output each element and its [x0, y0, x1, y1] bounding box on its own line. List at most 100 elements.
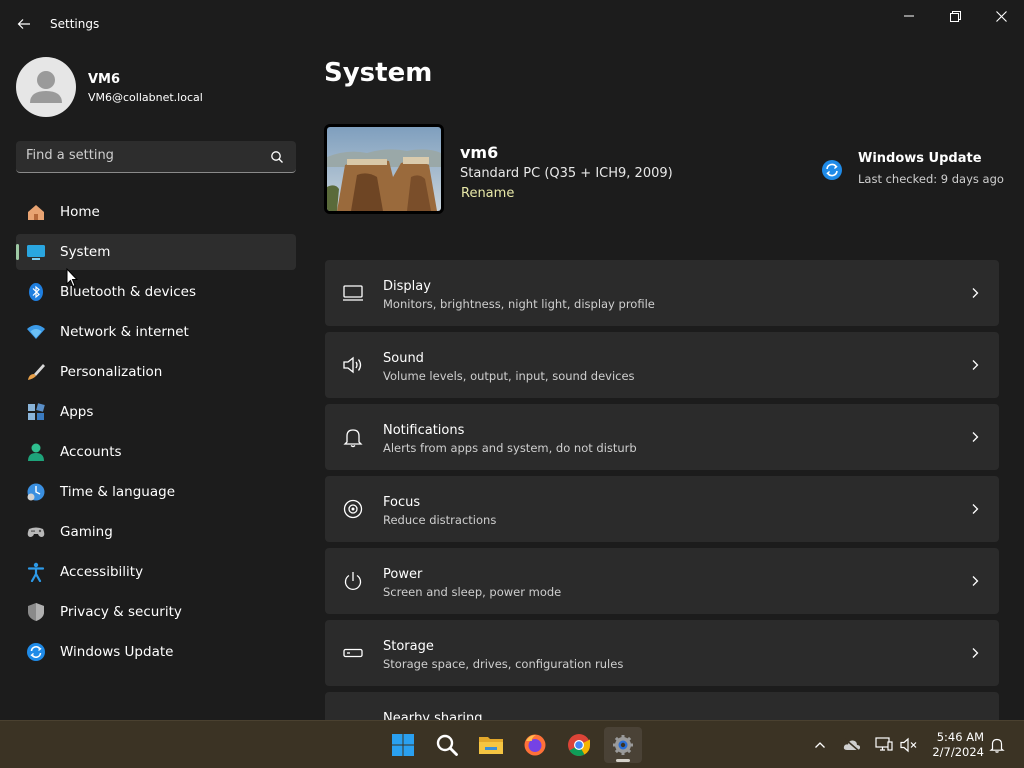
sidebar-item-windows-update[interactable]: Windows Update	[16, 634, 296, 670]
storage-icon	[343, 648, 363, 658]
sidebar-nav: Home System Bluetooth & devices Network …	[16, 194, 296, 674]
chevron-right-icon	[972, 360, 979, 370]
search-input[interactable]	[26, 148, 266, 163]
search-icon[interactable]	[270, 150, 284, 164]
sidebar-item-label: Network & internet	[60, 324, 189, 340]
device-model: Standard PC (Q35 + ICH9, 2009)	[460, 166, 673, 181]
search-icon	[436, 734, 458, 756]
sidebar-item-accessibility[interactable]: Accessibility	[16, 554, 296, 590]
sidebar-item-label: Apps	[60, 404, 94, 420]
gamepad-icon	[27, 527, 45, 537]
start-icon	[392, 734, 414, 756]
card-notifications[interactable]: Notifications Alerts from apps and syste…	[325, 404, 999, 470]
sidebar-item-personalization[interactable]: Personalization	[16, 354, 296, 390]
clock[interactable]: 5:46 AM 2/7/2024	[928, 730, 984, 760]
sidebar-item-label: Accounts	[60, 444, 122, 460]
sidebar-item-home[interactable]: Home	[16, 194, 296, 230]
network-tray-button[interactable]	[874, 735, 894, 755]
sidebar-item-label: Personalization	[60, 364, 163, 380]
windows-update-title[interactable]: Windows Update	[858, 151, 982, 166]
chevron-right-icon	[972, 504, 979, 514]
wifi-icon	[27, 325, 45, 339]
card-subtitle: Volume levels, output, input, sound devi…	[383, 369, 635, 383]
card-nearby-sharing[interactable]: Nearby sharing	[325, 692, 999, 720]
card-subtitle: Monitors, brightness, night light, displ…	[383, 297, 655, 311]
firefox-button[interactable]	[516, 727, 554, 763]
file-explorer-icon	[479, 737, 503, 754]
avatar[interactable]	[16, 57, 76, 117]
notifications-tray-button[interactable]	[987, 735, 1007, 755]
card-title: Nearby sharing	[383, 711, 483, 720]
sidebar-item-apps[interactable]: Apps	[16, 394, 296, 430]
device-wallpaper-thumbnail	[324, 124, 444, 214]
restore-icon	[949, 10, 961, 22]
windows-update-icon[interactable]	[821, 159, 843, 181]
chevron-up-icon	[815, 742, 825, 748]
clock-time: 5:46 AM	[936, 730, 984, 744]
power-icon	[344, 572, 362, 590]
chevron-right-icon	[972, 432, 979, 442]
page-title: System	[324, 58, 433, 88]
card-focus[interactable]: Focus Reduce distractions	[325, 476, 999, 542]
shield-icon	[28, 603, 44, 621]
onedrive-tray-button[interactable]	[842, 735, 862, 755]
back-arrow-icon	[17, 19, 30, 29]
card-storage[interactable]: Storage Storage space, drives, configura…	[325, 620, 999, 686]
sidebar-item-accounts[interactable]: Accounts	[16, 434, 296, 470]
sidebar-item-time-language[interactable]: Time & language	[16, 474, 296, 510]
focus-icon	[343, 499, 363, 519]
chrome-icon	[568, 734, 590, 756]
taskbar-search-button[interactable]	[428, 727, 466, 763]
title-bar: Settings	[0, 0, 1024, 48]
minimize-button[interactable]	[886, 0, 932, 32]
sidebar-item-label: Bluetooth & devices	[60, 284, 197, 300]
profile-name: VM6	[88, 72, 121, 87]
sidebar-item-label: Gaming	[60, 524, 113, 540]
display-icon	[343, 285, 363, 301]
bluetooth-icon	[29, 283, 43, 301]
card-subtitle: Screen and sleep, power mode	[383, 585, 562, 599]
close-button[interactable]	[978, 0, 1024, 32]
start-button[interactable]	[384, 727, 422, 763]
card-display[interactable]: Display Monitors, brightness, night ligh…	[325, 260, 999, 326]
card-title: Storage	[383, 639, 434, 654]
device-name: vm6	[460, 143, 499, 162]
chevron-right-icon	[972, 576, 979, 586]
user-icon	[30, 71, 62, 103]
sidebar-item-label: Accessibility	[60, 564, 144, 580]
sidebar-item-privacy[interactable]: Privacy & security	[16, 594, 296, 630]
sidebar-item-gaming[interactable]: Gaming	[16, 514, 296, 550]
windows-update-icon	[27, 643, 45, 661]
sidebar-item-system[interactable]: System	[16, 234, 296, 270]
home-icon	[28, 205, 44, 220]
restore-button[interactable]	[932, 0, 978, 32]
network-icon	[875, 737, 893, 751]
rename-link[interactable]: Rename	[461, 186, 514, 201]
card-power[interactable]: Power Screen and sleep, power mode	[325, 548, 999, 614]
speaker-muted-icon	[900, 737, 917, 753]
back-button[interactable]	[12, 12, 36, 36]
card-title: Focus	[383, 495, 421, 510]
chevron-right-icon	[972, 288, 979, 298]
profile-email: VM6@collabnet.local	[88, 91, 203, 104]
sidebar-item-bluetooth[interactable]: Bluetooth & devices	[16, 274, 296, 310]
bell-icon	[989, 738, 1005, 753]
sidebar-item-label: Home	[60, 204, 100, 220]
chrome-button[interactable]	[560, 727, 598, 763]
show-hidden-icons-button[interactable]	[810, 735, 830, 755]
card-title: Display	[383, 279, 431, 294]
search-box[interactable]	[16, 141, 296, 173]
card-sound[interactable]: Sound Volume levels, output, input, soun…	[325, 332, 999, 398]
settings-icon	[613, 735, 633, 755]
accessibility-icon	[27, 562, 45, 582]
window-title: Settings	[50, 17, 100, 31]
volume-tray-button[interactable]	[899, 735, 919, 755]
accounts-icon	[28, 443, 44, 461]
settings-taskbar-button[interactable]	[604, 727, 642, 763]
sidebar-item-network[interactable]: Network & internet	[16, 314, 296, 350]
file-explorer-button[interactable]	[472, 727, 510, 763]
firefox-icon	[524, 734, 546, 756]
card-subtitle: Reduce distractions	[383, 513, 497, 527]
card-title: Notifications	[383, 423, 465, 438]
system-icon	[27, 245, 45, 260]
